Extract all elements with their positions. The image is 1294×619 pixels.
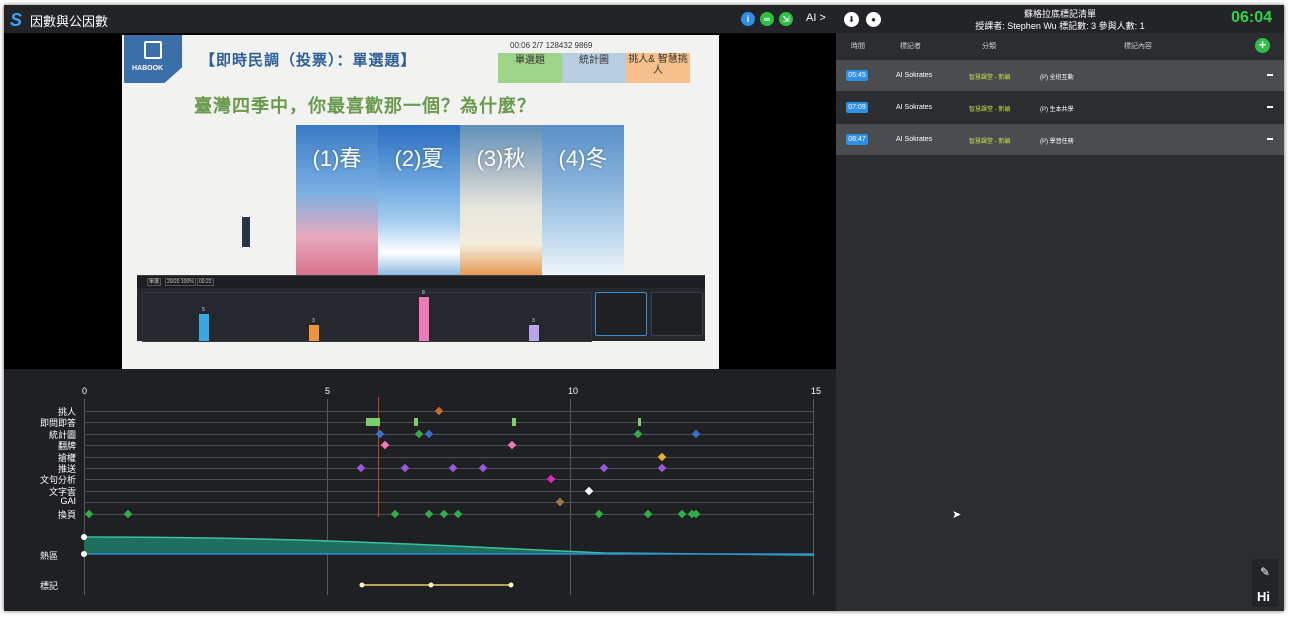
vote-info: 00:06 2/7 128432 9869: [510, 41, 593, 50]
season-summer: (2)夏: [378, 125, 460, 275]
stats-bar: [419, 297, 429, 341]
export-icon[interactable]: ⇲: [779, 12, 793, 26]
stats-bar-label: 5: [202, 306, 205, 313]
thumbnail-multi[interactable]: [651, 292, 703, 336]
chart-thumbnails: [595, 292, 705, 342]
pencil-icon: ✎: [1260, 565, 1271, 579]
add-mark-button[interactable]: +: [1255, 38, 1270, 53]
clock: 06:04: [1231, 9, 1272, 26]
mark-point[interactable]: [508, 582, 514, 588]
app-window: S 因數與公因數 i ∞ ⇲ AI > HABOOK 【即時民調（投票）：單選題…: [4, 5, 1284, 611]
mark-category: 智慧課堂 - 新穎: [969, 107, 1011, 113]
time-badge[interactable]: 08:47: [846, 134, 868, 145]
socrates-panel: ⬇ ● 蘇格拉底標記清單 授課者: Stephen Wu 標記數: 3 參與人數…: [836, 5, 1284, 611]
brand-label: HABOOK: [132, 65, 164, 72]
season-winter: (4)冬: [542, 125, 624, 275]
slide: HABOOK 【即時民調（投票）：單選題】 臺灣四季中，你最喜歡那一個？為什麼？…: [122, 35, 719, 369]
mark-point[interactable]: [428, 582, 434, 588]
season-images: (1)春 (2)夏 (3)秋 (4)冬: [296, 125, 624, 275]
time-badge[interactable]: 05:45: [846, 70, 868, 81]
app-title: 因數與公因數: [30, 14, 109, 29]
mark-point[interactable]: [359, 582, 365, 588]
col-time[interactable]: 時間: [851, 41, 865, 51]
heat-point[interactable]: [81, 551, 87, 557]
tab-statistics[interactable]: 統計圖: [562, 53, 626, 83]
remove-icon[interactable]: [1267, 106, 1273, 108]
heat-map-svg: [81, 534, 815, 588]
season-label: (4)冬: [558, 146, 608, 171]
col-marker[interactable]: 標記者: [900, 41, 921, 51]
stats-bar: [199, 313, 209, 341]
statistics-panel: 單選 20/20 100% 00:22 5 3 8 3: [137, 275, 705, 342]
stats-bar-label: 3: [312, 317, 315, 324]
mark-category: 智慧課堂 - 新穎: [969, 139, 1011, 145]
mark-row[interactable]: 08:47 AI Sokrates 智慧課堂 - 新穎 (P) 學習任務: [836, 124, 1284, 155]
heat-label: 熱區: [40, 551, 59, 561]
stats-header: 單選 20/20 100% 00:22: [137, 276, 705, 288]
mark-row[interactable]: 05:45 AI Sokrates 智慧課堂 - 新穎 (P) 全班互動: [836, 60, 1284, 91]
top-bar: S 因數與公因數 i ∞ ⇲ AI >: [4, 5, 836, 33]
marker-name: AI Sokrates: [896, 104, 933, 111]
book-icon: [144, 41, 162, 59]
season-label: (2)夏: [394, 146, 444, 171]
heat-point[interactable]: [81, 534, 87, 540]
hi-label: Hi: [1257, 589, 1270, 604]
timeline-panel: 0 5 10 15 挑人 即問即答 統計圖 翻牌 搶權 推送 文句分析 文字雲 GAI 換頁 熱區 標記: [4, 369, 836, 611]
link-icon[interactable]: ∞: [760, 12, 774, 26]
col-category[interactable]: 分類: [982, 41, 996, 51]
tab-pick-people[interactable]: 挑人& 智慧挑人: [626, 53, 690, 83]
stats-bar: [309, 324, 319, 341]
stats-bar-label: 3: [532, 317, 535, 324]
marker-name: AI Sokrates: [896, 136, 933, 143]
stats-chip: 20/20 100%: [165, 278, 196, 286]
season-label: (1)春: [312, 146, 362, 171]
app-logo-icon: S: [10, 10, 23, 30]
panel-header: ⬇ ● 蘇格拉底標記清單 授課者: Stephen Wu 標記數: 3 參與人數…: [836, 5, 1284, 33]
stats-bar-label: 8: [422, 290, 425, 296]
mark-label: 標記: [40, 581, 59, 591]
time-badge[interactable]: 07:09: [846, 102, 868, 113]
video-player[interactable]: HABOOK 【即時民調（投票）：單選題】 臺灣四季中，你最喜歡那一個？為什麼？…: [4, 33, 836, 369]
mark-content: (P) 生本共學: [1040, 107, 1074, 113]
mark-content: (P) 學習任務: [1040, 139, 1074, 145]
stats-bar: [529, 324, 539, 341]
stats-chip: 00:22: [197, 278, 214, 286]
tab-single-choice[interactable]: 單選題: [498, 53, 562, 83]
habook-logo: HABOOK: [124, 35, 182, 83]
ai-button[interactable]: AI >: [806, 12, 826, 24]
thumbnail-bar[interactable]: [595, 292, 647, 336]
slide-question: 臺灣四季中，你最喜歡那一個？為什麼？: [194, 96, 536, 116]
stats-bar-chart: 5 3 8 3: [142, 290, 592, 342]
info-icon[interactable]: i: [741, 12, 755, 26]
marker-name: AI Sokrates: [896, 72, 933, 79]
stats-chip: 單選: [147, 278, 162, 286]
panel-subtitle: 授課者: Stephen Wu 標記數: 3 參與人數: 1: [975, 21, 1145, 31]
mark-category: 智慧課堂 - 新穎: [969, 75, 1011, 81]
mark-row[interactable]: 07:09 AI Sokrates 智慧課堂 - 新穎 (P) 生本共學: [836, 92, 1284, 123]
season-spring: (1)春: [296, 125, 378, 275]
vote-toolbar: 00:06 2/7 128432 9869 單選題 統計圖 挑人& 智慧挑人: [494, 41, 696, 83]
mouse-cursor-icon: ➤: [952, 509, 962, 521]
mark-content: (P) 全班互動: [1040, 75, 1074, 81]
season-autumn: (3)秋: [460, 125, 542, 275]
hi-button[interactable]: ✎ Hi: [1252, 559, 1278, 607]
season-label: (3)秋: [476, 146, 526, 171]
left-toolbar[interactable]: [242, 217, 250, 247]
remove-icon[interactable]: [1267, 74, 1273, 76]
col-content: 標記內容: [1124, 43, 1152, 50]
remove-icon[interactable]: [1267, 138, 1273, 140]
slide-title: 【即時民調（投票）：單選題】: [200, 52, 417, 69]
